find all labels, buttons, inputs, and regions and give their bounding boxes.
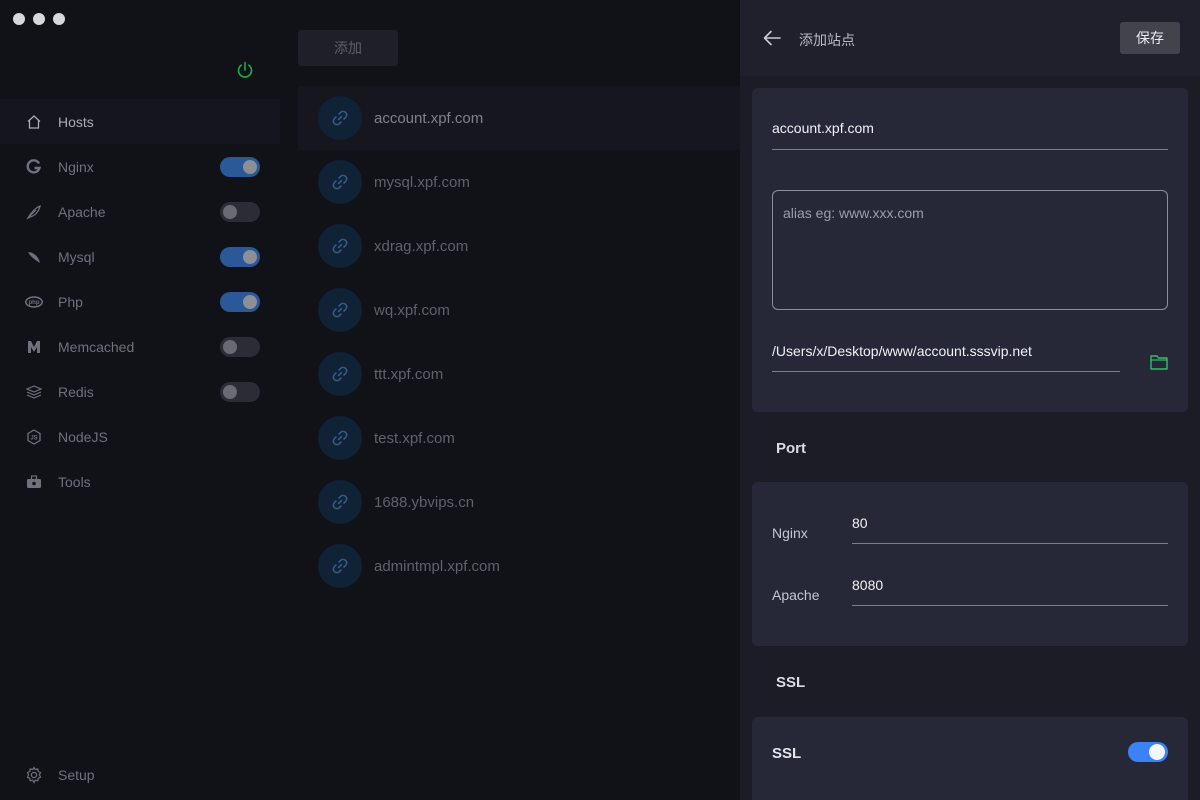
add-host-button[interactable]: 添加 [298,30,398,66]
sidebar-item-label: Memcached [58,338,135,355]
sidebar-item-label: Tools [58,473,91,490]
sidebar-item-label: NodeJS [58,428,108,445]
add-site-panel: 添加站点 保存 account.xpf.com alias eg: www.xx… [740,0,1200,800]
minimize-window-button[interactable] [33,13,45,25]
php-toggle[interactable] [220,292,260,312]
host-name: test.xpf.com [374,429,455,447]
apache-port-label: Apache [772,587,820,603]
alias-textarea[interactable]: alias eg: www.xxx.com [772,190,1168,310]
sidebar-item-tools[interactable]: Tools [0,459,280,504]
sidebar: Hosts Nginx Apache Mysql php Php Memcach… [0,0,280,800]
sidebar-item-setup[interactable]: Setup [25,766,95,784]
sidebar-item-label: Php [58,293,83,310]
port-card: Nginx 80 Apache 8080 [752,482,1188,646]
redis-toggle[interactable] [220,382,260,402]
toggle-knob [223,385,237,399]
host-item[interactable]: admintmpl.xpf.com [298,534,740,598]
host-list-pane: 添加 account.xpf.com mysql.xpf.com xdrag.x… [280,0,740,800]
toggle-knob [223,205,237,219]
link-icon [318,160,362,204]
maximize-window-button[interactable] [53,13,65,25]
link-icon [318,224,362,268]
nginx-port-field[interactable]: 80 [852,515,1168,544]
host-item[interactable]: wq.xpf.com [298,278,740,342]
host-name: wq.xpf.com [374,301,450,319]
window-controls [13,13,65,25]
redis-icon [25,383,43,401]
link-icon [318,480,362,524]
svg-text:JS: JS [30,435,37,441]
host-item[interactable]: mysql.xpf.com [298,150,740,214]
host-name: admintmpl.xpf.com [374,557,500,575]
close-window-button[interactable] [13,13,25,25]
path-field[interactable]: /Users/x/Desktop/www/account.sssvip.net [772,343,1120,372]
gear-icon [25,766,43,784]
sidebar-item-label: Mysql [58,248,95,265]
save-button[interactable]: 保存 [1120,22,1180,54]
link-icon [318,288,362,332]
sidebar-item-mysql[interactable]: Mysql [0,234,280,279]
link-icon [318,416,362,460]
host-name: account.xpf.com [374,109,484,127]
toggle-knob [1149,744,1165,760]
domain-field[interactable]: account.xpf.com [772,120,1168,150]
sidebar-item-nodejs[interactable]: JS NodeJS [0,414,280,459]
host-name: xdrag.xpf.com [374,237,469,255]
folder-icon[interactable] [1150,354,1168,370]
sidebar-nav: Hosts Nginx Apache Mysql php Php Memcach… [0,99,280,504]
sidebar-item-apache[interactable]: Apache [0,189,280,234]
toggle-knob [223,340,237,354]
port-section-title: Port [776,440,806,457]
dolphin-icon [25,248,43,266]
back-arrow-icon[interactable] [762,29,782,47]
ssl-card: SSL [752,717,1188,800]
ssl-section-title: SSL [776,674,806,691]
sidebar-item-label: Redis [58,383,94,400]
nginx-icon [25,158,43,176]
nginx-port-label: Nginx [772,525,808,541]
host-name: mysql.xpf.com [374,173,470,191]
home-icon [25,113,43,131]
toggle-knob [243,160,257,174]
sidebar-item-label: Hosts [58,113,94,130]
sidebar-item-memcached[interactable]: Memcached [0,324,280,369]
nginx-toggle[interactable] [220,157,260,177]
toggle-knob [243,250,257,264]
host-list: account.xpf.com mysql.xpf.com xdrag.xpf.… [298,86,740,598]
svg-text:php: php [29,300,40,306]
sidebar-item-php[interactable]: php Php [0,279,280,324]
memcached-toggle[interactable] [220,337,260,357]
memcached-icon [25,338,43,356]
sidebar-item-label: Nginx [58,158,94,175]
toggle-knob [243,295,257,309]
toolbox-icon [25,473,43,491]
link-icon [318,352,362,396]
host-name: ttt.xpf.com [374,365,444,383]
setup-label: Setup [58,767,95,783]
mysql-toggle[interactable] [220,247,260,267]
link-icon [318,96,362,140]
host-item[interactable]: xdrag.xpf.com [298,214,740,278]
site-card: account.xpf.com alias eg: www.xxx.com /U… [752,88,1188,412]
php-icon: php [25,293,43,311]
apache-toggle[interactable] [220,202,260,222]
link-icon [318,544,362,588]
sidebar-item-redis[interactable]: Redis [0,369,280,414]
panel-title: 添加站点 [799,32,855,48]
feather-icon [25,203,43,221]
host-item[interactable]: 1688.ybvips.cn [298,470,740,534]
power-icon[interactable] [235,60,255,80]
host-item[interactable]: test.xpf.com [298,406,740,470]
host-item[interactable]: account.xpf.com [298,86,740,150]
ssl-label: SSL [772,745,802,762]
host-item[interactable]: ttt.xpf.com [298,342,740,406]
host-name: 1688.ybvips.cn [374,493,475,511]
sidebar-item-label: Apache [58,203,106,220]
panel-header: 添加站点 保存 [740,0,1200,76]
sidebar-item-nginx[interactable]: Nginx [0,144,280,189]
apache-port-field[interactable]: 8080 [852,577,1168,606]
sidebar-item-hosts[interactable]: Hosts [0,99,280,144]
nodejs-icon: JS [25,428,43,446]
ssl-toggle[interactable] [1128,742,1168,762]
